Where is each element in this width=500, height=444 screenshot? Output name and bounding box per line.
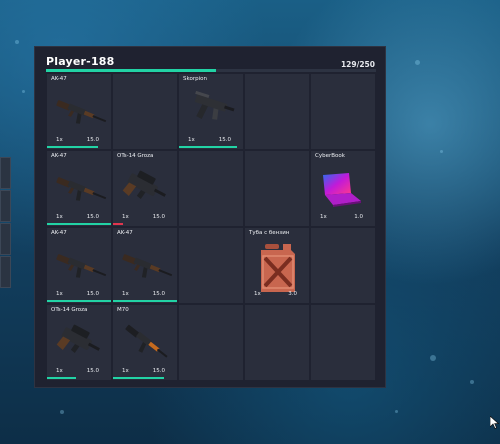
item-weight: 15.0 [86, 214, 99, 220]
item-weight: 15.0 [152, 368, 165, 374]
groza-rifle-icon [53, 319, 107, 367]
bg-bokeh [470, 380, 474, 384]
side-panel-tab[interactable] [0, 256, 11, 288]
inventory-slot[interactable]: AK-47 1x 15.0 [47, 228, 111, 303]
inventory-header: Player-188 129/250 [35, 47, 385, 74]
side-panel-tab[interactable] [0, 190, 11, 222]
inventory-slot[interactable]: AK-47 1x 15.0 [47, 151, 111, 226]
item-quantity: 1x [56, 368, 63, 374]
item-name: Skorpion [183, 76, 207, 82]
item-name: Туба с бензин [249, 230, 290, 236]
inventory-slot[interactable]: Туба с бензин 1x 3.0 [245, 228, 309, 303]
inventory-slot[interactable]: Skorpion 1x 15.0 [179, 74, 243, 149]
item-weight: 15.0 [152, 214, 165, 220]
skorpion-smg-icon [187, 88, 239, 136]
side-panel-tab[interactable] [0, 157, 11, 189]
inventory-slot-empty[interactable] [179, 228, 243, 303]
bg-bokeh [415, 60, 420, 65]
inventory-slot-empty[interactable] [179, 305, 243, 380]
item-quantity: 1x [188, 137, 195, 143]
durability-bar [113, 300, 177, 302]
item-weight: 15.0 [86, 291, 99, 297]
durability-bar [47, 377, 76, 379]
item-weight: 3.0 [288, 291, 297, 297]
weight-bar-fill [46, 69, 217, 72]
ak47-rifle-icon [51, 96, 109, 134]
item-name: OTs-14 Groza [117, 153, 154, 159]
inventory-weight: 129/250 [340, 60, 375, 69]
item-quantity: 1x [122, 291, 129, 297]
inventory-slot[interactable]: OTs-14 Groza 1x 15.0 [113, 151, 177, 226]
inventory-slot-empty[interactable] [311, 305, 375, 380]
bg-bokeh [15, 40, 19, 44]
side-panel-tab[interactable] [0, 223, 11, 255]
item-name: M70 [117, 307, 129, 313]
item-weight: 1.0 [354, 214, 363, 220]
ak47-rifle-icon [117, 250, 175, 288]
inventory-slot-empty[interactable] [311, 74, 375, 149]
item-name: AK-47 [51, 153, 67, 159]
ak47-rifle-icon [51, 173, 109, 211]
item-quantity: 1x [56, 214, 63, 220]
inventory-slot-empty[interactable] [245, 151, 309, 226]
mouse-cursor-icon [490, 416, 499, 429]
inventory-slot[interactable]: CyberBook 1x 1.0 [311, 151, 375, 226]
player-name: Player-188 [46, 55, 115, 68]
laptop-icon [319, 171, 363, 213]
item-name: CyberBook [315, 153, 345, 159]
bg-bokeh [430, 355, 436, 361]
inventory-grid: AK-47 1x 15.0 Skorpion 1x 15.0 AK-47 1x 15.0 OTs-… [47, 74, 375, 380]
inventory-slot[interactable]: AK-47 1x 15.0 [47, 74, 111, 149]
item-weight: 15.0 [218, 137, 231, 143]
item-name: AK-47 [117, 230, 133, 236]
durability-bar [47, 223, 111, 225]
item-quantity: 1x [122, 214, 129, 220]
durability-bar [179, 146, 237, 148]
inventory-slot-empty[interactable] [311, 228, 375, 303]
item-name: AK-47 [51, 76, 67, 82]
m70-rifle-icon [119, 323, 173, 367]
ak47-rifle-icon [51, 250, 109, 288]
item-quantity: 1x [254, 291, 261, 297]
item-quantity: 1x [122, 368, 129, 374]
item-name: OTs-14 Groza [51, 307, 88, 313]
inventory-panel: Player-188 129/250 AK-47 1x 15.0 Skorpion 1x… [34, 46, 386, 388]
item-quantity: 1x [56, 291, 63, 297]
inventory-slot[interactable]: OTs-14 Groza 1x 15.0 [47, 305, 111, 380]
item-weight: 15.0 [86, 137, 99, 143]
item-name: AK-47 [51, 230, 67, 236]
item-weight: 15.0 [152, 291, 165, 297]
inventory-slot-empty[interactable] [245, 305, 309, 380]
inventory-slot[interactable]: AK-47 1x 15.0 [113, 228, 177, 303]
inventory-slot[interactable]: M70 1x 15.0 [113, 305, 177, 380]
bg-bokeh [440, 150, 443, 153]
bg-bokeh [60, 410, 64, 414]
inventory-slot-empty[interactable] [113, 74, 177, 149]
bg-bokeh [22, 90, 25, 93]
bg-bokeh [395, 410, 398, 413]
durability-bar [47, 300, 111, 302]
item-quantity: 1x [320, 214, 327, 220]
item-quantity: 1x [56, 137, 63, 143]
weight-bar [46, 69, 376, 72]
durability-bar [113, 223, 123, 225]
durability-bar [47, 146, 99, 148]
inventory-slot-empty[interactable] [179, 151, 243, 226]
item-weight: 15.0 [86, 368, 99, 374]
groza-rifle-icon [119, 165, 173, 213]
durability-bar [113, 377, 165, 379]
inventory-slot-empty[interactable] [245, 74, 309, 149]
